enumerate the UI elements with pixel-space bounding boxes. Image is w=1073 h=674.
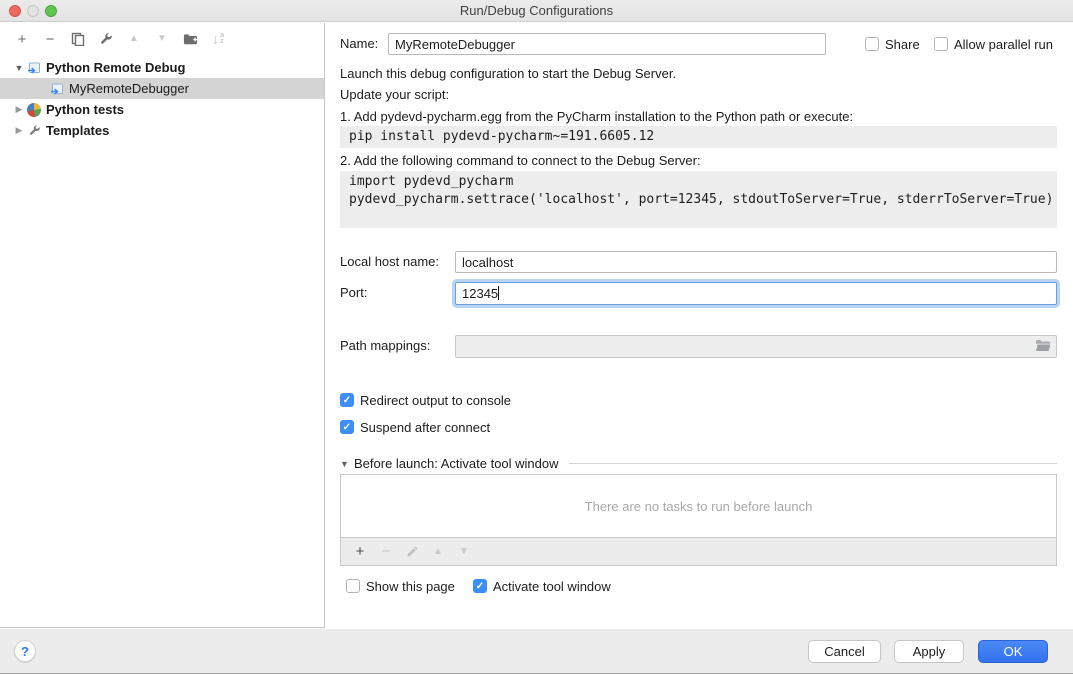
activate-tool-window-label: Activate tool window	[493, 579, 611, 594]
configurations-sidebar: + − ▲ ▼ ↓az ▼ Python Remote D	[0, 23, 325, 628]
configuration-editor: Name: Share Allow parallel run Launch th…	[340, 22, 1057, 628]
remote-debug-config-icon	[26, 60, 42, 76]
expand-arrow-icon[interactable]: ▼	[12, 63, 26, 73]
tree-item-myremotedebugger[interactable]: MyRemoteDebugger	[0, 78, 324, 99]
description-line-2: Update your script:	[340, 86, 449, 103]
redirect-output-group: Redirect output to console	[340, 389, 511, 411]
python-tests-icon	[26, 102, 42, 118]
suspend-after-connect-label: Suspend after connect	[360, 420, 490, 435]
name-label: Name:	[340, 36, 378, 51]
redirect-output-checkbox[interactable]	[340, 393, 354, 407]
share-checkbox[interactable]	[865, 37, 879, 51]
remote-debug-config-icon	[49, 81, 65, 97]
help-button[interactable]: ?	[14, 640, 36, 662]
tree-item-label: Python tests	[46, 102, 124, 117]
move-up-icon[interactable]: ▲	[120, 30, 148, 48]
tree-item-python-tests[interactable]: ▶ Python tests	[0, 99, 324, 120]
apply-button[interactable]: Apply	[894, 640, 964, 663]
section-collapse-icon[interactable]: ▼	[340, 459, 354, 469]
sort-alphabetically-icon[interactable]: ↓az	[204, 30, 232, 48]
tree-item-templates[interactable]: ▶ Templates	[0, 120, 324, 141]
before-launch-title: Before launch: Activate tool window	[354, 456, 559, 471]
tree-item-label: Python Remote Debug	[46, 60, 185, 75]
ok-button[interactable]: OK	[978, 640, 1048, 663]
dialog-footer: ? Cancel Apply OK	[0, 629, 1073, 673]
share-label: Share	[885, 37, 920, 52]
settrace-code-line-2: pydevd_pycharm.settrace('localhost', por…	[349, 192, 1053, 207]
settrace-code-line-1: import pydevd_pycharm	[349, 174, 513, 189]
question-mark-icon: ?	[21, 644, 29, 659]
move-task-up-icon[interactable]: ▲	[425, 543, 451, 561]
tree-item-python-remote-debug[interactable]: ▼ Python Remote Debug	[0, 57, 324, 78]
description-line-1: Launch this debug configuration to start…	[340, 65, 676, 82]
local-host-label: Local host name:	[340, 251, 439, 273]
tree-item-label: Templates	[46, 123, 109, 138]
browse-folder-icon[interactable]	[1035, 339, 1051, 355]
tree-item-label: MyRemoteDebugger	[69, 81, 189, 96]
window-title: Run/Debug Configurations	[0, 0, 1073, 22]
cancel-button[interactable]: Cancel	[808, 640, 881, 663]
settrace-code: import pydevd_pycharm pydevd_pycharm.sett…	[340, 171, 1057, 228]
zoom-button[interactable]	[45, 5, 57, 17]
port-value: 12345	[462, 286, 498, 301]
share-checkbox-group: Share	[865, 33, 920, 55]
path-mappings-input[interactable]	[455, 335, 1057, 358]
allow-parallel-checkbox-group: Allow parallel run	[934, 33, 1053, 55]
local-host-input[interactable]	[455, 251, 1057, 273]
remove-task-icon[interactable]: −	[373, 543, 399, 561]
show-this-page-group: Show this page	[346, 575, 455, 597]
move-down-icon[interactable]: ▼	[148, 30, 176, 48]
step-1-text: 1. Add pydevd-pycharm.egg from the PyCha…	[340, 108, 853, 125]
collapse-arrow-icon[interactable]: ▶	[12, 104, 26, 115]
titlebar: Run/Debug Configurations	[0, 0, 1073, 22]
copy-configuration-icon[interactable]	[64, 30, 92, 48]
activate-tool-window-group: Activate tool window	[473, 575, 611, 597]
show-this-page-label: Show this page	[366, 579, 455, 594]
pip-install-code: pip install pydevd-pycharm~=191.6605.12	[340, 126, 1057, 148]
run-debug-configurations-dialog: Run/Debug Configurations + − ▲ ▼ ↓az	[0, 0, 1073, 674]
remove-configuration-icon[interactable]: −	[36, 30, 64, 48]
before-launch-header: ▼ Before launch: Activate tool window	[340, 456, 1057, 471]
before-launch-toolbar: + − ▲ ▼	[340, 538, 1057, 566]
port-label: Port:	[340, 282, 367, 304]
step-2-text: 2. Add the following command to connect …	[340, 152, 701, 169]
redirect-output-label: Redirect output to console	[360, 393, 511, 408]
collapse-arrow-icon[interactable]: ▶	[12, 125, 26, 136]
minimize-button[interactable]	[27, 5, 39, 17]
new-folder-icon[interactable]	[176, 30, 204, 48]
allow-parallel-run-checkbox[interactable]	[934, 37, 948, 51]
add-configuration-icon[interactable]: +	[8, 30, 36, 48]
edit-task-icon[interactable]	[399, 543, 425, 561]
section-divider	[569, 463, 1057, 464]
show-this-page-checkbox[interactable]	[346, 579, 360, 593]
suspend-after-connect-checkbox[interactable]	[340, 420, 354, 434]
name-row: Name: Share Allow parallel run	[340, 33, 1057, 55]
empty-tasks-text: There are no tasks to run before launch	[585, 499, 813, 514]
close-button[interactable]	[9, 5, 21, 17]
sidebar-toolbar: + − ▲ ▼ ↓az	[0, 23, 324, 54]
port-input[interactable]: 12345	[455, 282, 1057, 305]
name-input[interactable]	[388, 33, 826, 55]
suspend-after-connect-group: Suspend after connect	[340, 416, 490, 438]
templates-wrench-icon	[26, 123, 42, 139]
text-caret	[498, 286, 499, 300]
configurations-tree: ▼ Python Remote Debug MyRemoteDebugger ▶…	[0, 57, 324, 141]
activate-tool-window-checkbox[interactable]	[473, 579, 487, 593]
move-task-down-icon[interactable]: ▼	[451, 543, 477, 561]
add-task-icon[interactable]: +	[347, 543, 373, 561]
allow-parallel-run-label: Allow parallel run	[954, 37, 1053, 52]
before-launch-task-list[interactable]: There are no tasks to run before launch	[340, 474, 1057, 538]
edit-templates-icon[interactable]	[92, 30, 120, 48]
path-mappings-label: Path mappings:	[340, 335, 430, 357]
